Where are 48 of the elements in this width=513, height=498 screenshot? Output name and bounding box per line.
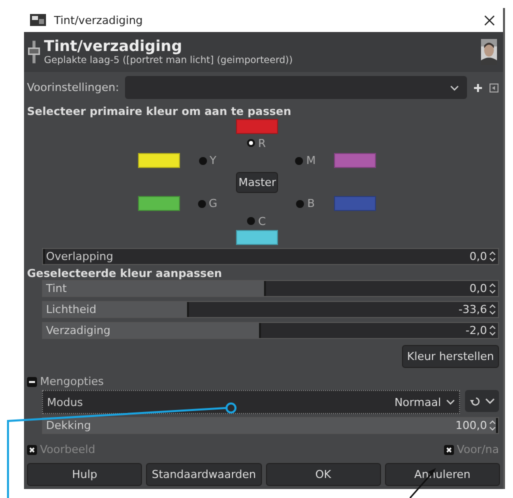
color-radio[interactable]: B (296, 197, 315, 210)
spin-icon[interactable] (489, 324, 496, 337)
menu-icon[interactable] (489, 82, 499, 92)
section-heading: Selecteer primaire kleur om aan te passen (26, 105, 292, 118)
dialog-button[interactable]: Annuleren (384, 463, 500, 486)
presets-label: Voorinstellingen: (27, 81, 120, 94)
color-swatch[interactable] (138, 153, 180, 168)
color-radio[interactable]: C (247, 214, 266, 228)
add-icon[interactable] (473, 82, 483, 92)
tool-icon (28, 39, 40, 65)
layer-name: Geplakte laag-5 ([portret man licht] (geimporteerd)) (44, 55, 294, 66)
mode-switch-button[interactable] (465, 390, 499, 412)
chevron-icon (446, 399, 455, 405)
color-radio[interactable]: G (198, 197, 218, 210)
app-icon (30, 14, 46, 26)
slider[interactable]: Verzadiging -2,0 (42, 322, 499, 339)
spin-icon[interactable] (489, 419, 496, 432)
spin-icon[interactable] (489, 303, 496, 316)
reset-chevron-icon (468, 395, 496, 407)
reset-color-button[interactable]: Kleur herstellen (402, 345, 499, 368)
checkbox-icon (27, 444, 37, 454)
color-swatch[interactable] (334, 196, 376, 211)
color-radio[interactable]: R (247, 136, 266, 150)
dialog-button[interactable]: Standaardwaarden (146, 463, 262, 486)
slider[interactable]: Lichtheid -33,6 (42, 301, 499, 318)
color-radio[interactable]: Y (198, 154, 216, 167)
dialog-button[interactable]: Hulp (27, 463, 142, 486)
close-icon[interactable] (484, 14, 495, 26)
window-title: Tint/verzadiging (54, 14, 144, 26)
color-swatch[interactable] (236, 119, 278, 134)
section-label: Mengopties (40, 375, 104, 388)
slider[interactable]: Overlapping 0,0 (42, 248, 499, 265)
mode-dropdown[interactable]: Modus Normaal (42, 390, 460, 414)
color-swatch[interactable] (334, 153, 376, 168)
color-swatch[interactable] (236, 230, 278, 245)
color-radio[interactable]: M (295, 154, 316, 167)
checkbox-icon (444, 444, 454, 454)
spin-icon[interactable] (489, 282, 496, 295)
dialog-title: Tint/verzadiging (44, 38, 184, 55)
slider[interactable]: Tint 0,0 (42, 280, 499, 297)
dialog-button[interactable]: OK (266, 463, 381, 486)
chevron-icon (450, 84, 459, 90)
master-button[interactable]: Master (236, 172, 278, 192)
section-heading: Geselecteerde kleur aanpassen (26, 267, 224, 280)
collapse-icon[interactable] (27, 376, 37, 386)
spin-icon[interactable] (489, 250, 496, 263)
slider[interactable]: Dekking 100,0 (42, 417, 499, 434)
color-swatch[interactable] (138, 196, 180, 211)
